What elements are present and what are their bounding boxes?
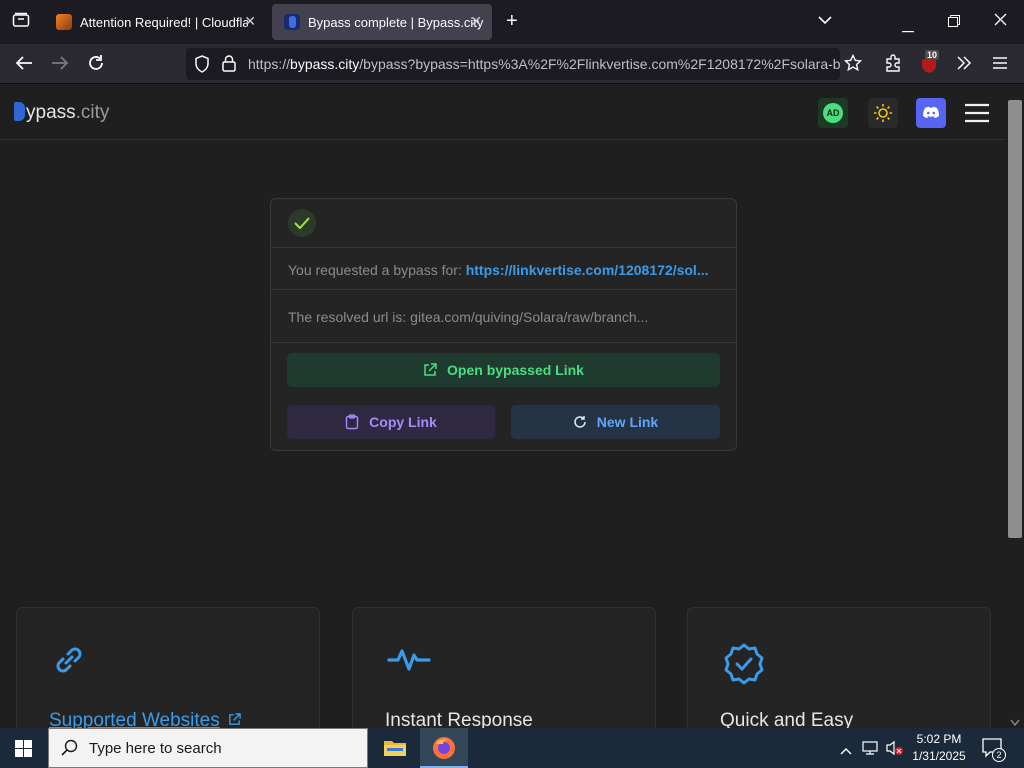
- external-link-icon: [229, 713, 241, 725]
- search-placeholder: Type here to search: [89, 739, 222, 757]
- open-bypassed-link-button[interactable]: Open bypassed Link: [287, 353, 720, 387]
- search-icon: [61, 739, 78, 756]
- tab-bypass-city[interactable]: Bypass complete | Bypass.city ✕: [272, 4, 492, 40]
- resolved-label: The resolved url is:: [288, 309, 407, 325]
- bypass-city-favicon-icon: [284, 14, 300, 30]
- nav-toolbar: https://bypass.city/bypass?bypass=https%…: [0, 44, 1024, 84]
- url-text: https://bypass.city/bypass?bypass=https%…: [248, 56, 840, 72]
- windows-start-icon[interactable]: [15, 740, 32, 762]
- tray-chevron-up-icon[interactable]: [840, 742, 852, 760]
- cloudflare-favicon-icon: [56, 14, 72, 30]
- restore-icon[interactable]: [948, 14, 960, 32]
- success-check-icon: [288, 209, 316, 237]
- lock-icon[interactable]: [222, 55, 236, 78]
- feature-title-text[interactable]: Supported Websites: [49, 710, 220, 728]
- link-icon: [51, 642, 87, 683]
- theme-toggle-button[interactable]: [868, 98, 898, 128]
- copy-link-button[interactable]: Copy Link: [287, 405, 495, 439]
- card-divider: [271, 342, 736, 343]
- reload-icon[interactable]: [87, 54, 105, 77]
- tab-strip: Attention Required! | Cloudflare ✕ Bypas…: [0, 0, 1024, 44]
- extension-badge: 10: [925, 50, 940, 60]
- tab-list-icon[interactable]: [12, 12, 30, 33]
- forward-arrow-icon[interactable]: [51, 55, 69, 76]
- bookmark-star-icon[interactable]: [843, 53, 863, 77]
- url-path: /bypass?bypass=https%3A%2F%2Flinkvertise…: [359, 56, 840, 72]
- external-link-icon: [424, 363, 437, 376]
- new-link-button[interactable]: New Link: [511, 405, 720, 439]
- close-tab-icon[interactable]: ✕: [244, 13, 256, 30]
- minimize-icon[interactable]: [902, 20, 914, 38]
- new-tab-icon[interactable]: +: [506, 10, 518, 33]
- extensions-puzzle-icon[interactable]: [884, 54, 902, 77]
- ad-toggle-button[interactable]: AD: [818, 98, 848, 128]
- clipboard-icon: [345, 414, 359, 430]
- feature-card-instant-response: Instant Response: [352, 607, 656, 728]
- new-link-label: New Link: [596, 414, 659, 430]
- firefox-taskbar-button[interactable]: [420, 728, 468, 768]
- resolved-url: gitea.com/quiving/Solara/raw/branch...: [410, 309, 649, 325]
- tab-cloudflare[interactable]: Attention Required! | Cloudflare ✕: [44, 4, 266, 40]
- network-icon[interactable]: [862, 740, 880, 761]
- url-host: bypass.city: [290, 56, 360, 72]
- bypass-result-card: You requested a bypass for: https://link…: [270, 198, 737, 451]
- requested-line: You requested a bypass for: https://link…: [288, 262, 709, 278]
- url-bar[interactable]: https://bypass.city/bypass?bypass=https%…: [186, 48, 840, 80]
- discord-icon: [923, 106, 939, 118]
- feature-title: Quick and Easy: [720, 710, 854, 728]
- refresh-icon: [574, 416, 586, 428]
- hamburger-menu-icon[interactable]: [992, 56, 1008, 75]
- notification-count-badge: 2: [992, 748, 1006, 762]
- logo-b-icon: [14, 102, 25, 121]
- copy-link-label: Copy Link: [369, 414, 437, 430]
- resolved-line: The resolved url is: gitea.com/quiving/S…: [288, 309, 648, 325]
- requested-url-link[interactable]: https://linkvertise.com/1208172/sol...: [466, 262, 709, 278]
- taskbar: Type here to search 5:02 PM 1/31/2025 2: [0, 728, 1024, 768]
- discord-button[interactable]: [916, 98, 946, 128]
- pulse-icon: [387, 642, 431, 683]
- close-tab-icon[interactable]: ✕: [470, 13, 482, 30]
- logo-ext: .city: [75, 102, 110, 123]
- url-scheme: https://: [248, 56, 291, 72]
- feature-title[interactable]: Supported Websites: [49, 710, 241, 728]
- requested-label: You requested a bypass for:: [288, 262, 462, 278]
- card-divider: [271, 247, 736, 248]
- volume-muted-icon[interactable]: [886, 740, 904, 761]
- clock-time: 5:02 PM: [916, 732, 962, 746]
- ad-badge: AD: [823, 103, 843, 123]
- logo-text: ypass: [26, 102, 76, 123]
- page-content: ypass.city AD You requested a bypass for…: [0, 85, 1006, 728]
- sun-icon: [874, 104, 892, 122]
- overflow-chevrons-icon[interactable]: [956, 55, 972, 76]
- chevron-down-icon[interactable]: [818, 12, 832, 30]
- shield-icon[interactable]: [194, 55, 210, 78]
- site-logo[interactable]: ypass.city: [14, 102, 109, 124]
- feature-card-quick-and-easy: Quick and Easy: [687, 607, 991, 728]
- card-divider: [271, 289, 736, 290]
- firefox-icon: [433, 737, 455, 759]
- feature-card-supported-websites: Supported Websites: [16, 607, 320, 728]
- tab-title: Attention Required! | Cloudflare: [80, 14, 248, 30]
- feature-title: Instant Response: [385, 710, 533, 728]
- file-explorer-icon[interactable]: [384, 738, 406, 761]
- back-arrow-icon[interactable]: [15, 55, 33, 76]
- scrollbar-thumb[interactable]: [1008, 100, 1022, 538]
- clock-date: 1/31/2025: [912, 749, 966, 763]
- site-header: ypass.city AD: [0, 85, 1006, 140]
- taskbar-search-box[interactable]: Type here to search: [48, 728, 368, 768]
- verified-badge-icon: [722, 642, 766, 691]
- close-window-icon[interactable]: [994, 13, 1007, 31]
- taskbar-clock[interactable]: 5:02 PM 1/31/2025: [904, 731, 974, 765]
- menu-button[interactable]: [962, 98, 992, 128]
- tab-title: Bypass complete | Bypass.city: [308, 14, 484, 30]
- hamburger-icon: [965, 103, 989, 123]
- open-link-label: Open bypassed Link: [447, 362, 584, 378]
